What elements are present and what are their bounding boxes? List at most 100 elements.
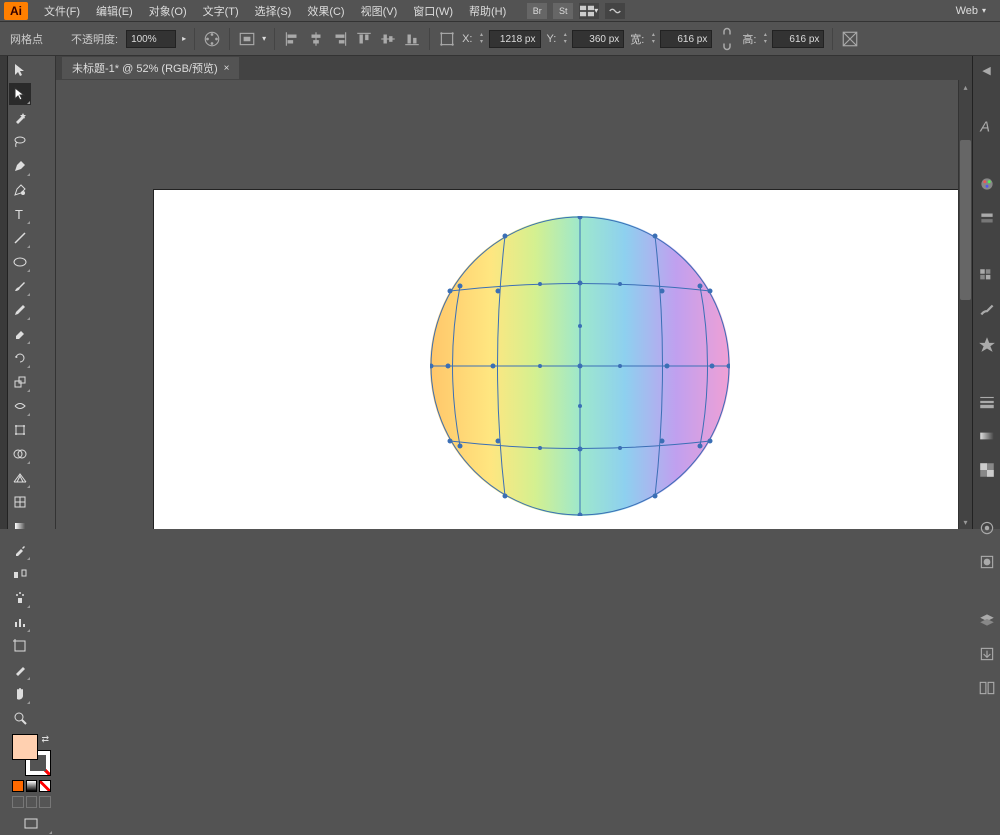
menu-object[interactable]: 对象(O) [141,1,195,21]
scroll-down-icon[interactable]: ▾ [959,515,972,529]
scale-tool[interactable] [9,371,31,393]
transform-icon[interactable] [438,30,456,48]
link-wh-icon[interactable] [718,30,736,48]
mesh-object[interactable] [430,216,730,516]
column-graph-tool[interactable] [9,611,31,633]
x-stepper[interactable]: ▴▾ [477,32,487,46]
width-stepper[interactable]: ▴▾ [648,32,658,46]
rotate-tool[interactable] [9,347,31,369]
draw-inside-button[interactable] [39,796,51,808]
y-stepper[interactable]: ▴▾ [560,32,570,46]
shape-builder-tool[interactable] [9,443,31,465]
selection-tool[interactable] [9,59,31,81]
left-dock-strip[interactable] [0,56,8,529]
pen-tool[interactable] [9,155,31,177]
draw-behind-button[interactable] [26,796,38,808]
screen-mode-button[interactable] [9,813,53,835]
menu-view[interactable]: 视图(V) [353,1,406,21]
color-panel-icon[interactable] [978,175,996,193]
align-hcenter-icon[interactable] [307,30,325,48]
brushes-panel-icon[interactable] [978,301,996,319]
gradient-tool[interactable] [9,515,31,537]
symbol-sprayer-tool[interactable] [9,587,31,609]
mesh-tool[interactable] [9,491,31,513]
transparency-panel-icon[interactable] [978,461,996,479]
x-field[interactable]: 1218 px [489,30,541,48]
height-stepper[interactable]: ▴▾ [760,32,770,46]
menu-edit[interactable]: 编辑(E) [88,1,141,21]
artboards-panel-icon[interactable] [978,679,996,697]
line-tool[interactable] [9,227,31,249]
symbols-panel-icon[interactable] [978,335,996,353]
swatches-panel-icon[interactable] [978,267,996,285]
gradient-panel-icon[interactable] [978,427,996,445]
none-mode-button[interactable] [39,780,51,792]
fill-stroke-swatch[interactable]: ⇄ [12,734,51,776]
eyedropper-tool[interactable] [9,539,31,561]
curvature-tool[interactable] [9,179,31,201]
lasso-tool[interactable] [9,131,31,153]
opacity-field[interactable]: 100% [126,30,176,48]
eraser-tool[interactable] [9,323,31,345]
document-tab[interactable]: 未标题-1* @ 52% (RGB/预览) × [62,57,239,79]
libraries-panel-icon[interactable]: A [978,117,996,135]
type-tool[interactable]: T [9,203,31,225]
stock-button[interactable]: St [553,3,573,19]
align-vcenter-icon[interactable] [379,30,397,48]
scroll-thumb[interactable] [960,140,971,300]
pencil-tool[interactable] [9,299,31,321]
expand-panels-icon[interactable]: ◀ [978,64,996,77]
asset-export-panel-icon[interactable] [978,645,996,663]
menu-type[interactable]: 文字(T) [195,1,247,21]
bridge-button[interactable]: Br [527,3,547,19]
color-guide-panel-icon[interactable] [978,209,996,227]
align-dropdown-icon[interactable]: ▾ [262,34,266,43]
recolor-art-icon[interactable] [203,30,221,48]
artboard[interactable] [154,190,972,529]
menu-effect[interactable]: 效果(C) [299,1,352,21]
align-left-icon[interactable] [283,30,301,48]
align-top-icon[interactable] [355,30,373,48]
gradient-mode-button[interactable] [26,780,38,792]
hand-tool[interactable] [9,683,31,705]
isolate-mode-icon[interactable] [841,30,859,48]
menu-select[interactable]: 选择(S) [247,1,300,21]
width-tool[interactable] [9,395,31,417]
slice-tool[interactable] [9,659,31,681]
align-artboard-icon[interactable] [238,30,256,48]
blend-tool[interactable] [9,563,31,585]
fill-swatch[interactable] [12,734,38,760]
zoom-tool[interactable] [9,707,31,729]
stroke-panel-icon[interactable] [978,393,996,411]
free-transform-tool[interactable] [9,419,31,441]
direct-selection-tool[interactable] [9,83,31,105]
menu-help[interactable]: 帮助(H) [461,1,514,21]
artboard-tool[interactable] [9,635,31,657]
rectangle-tool[interactable] [9,251,31,273]
width-field[interactable]: 616 px [660,30,712,48]
swap-fill-stroke-icon[interactable]: ⇄ [41,734,49,745]
perspective-grid-tool[interactable] [9,467,31,489]
color-mode-button[interactable] [12,780,24,792]
canvas[interactable]: ▴ ▾ [56,80,972,529]
align-right-icon[interactable] [331,30,349,48]
vertical-scrollbar[interactable]: ▴ ▾ [958,80,972,529]
paintbrush-tool[interactable] [9,275,31,297]
scroll-up-icon[interactable]: ▴ [959,80,972,94]
height-field[interactable]: 616 px [772,30,824,48]
gpu-preview-button[interactable] [605,3,625,19]
graphic-styles-panel-icon[interactable] [978,553,996,571]
magic-wand-tool[interactable] [9,107,31,129]
appearance-panel-icon[interactable] [978,519,996,537]
align-bottom-icon[interactable] [403,30,421,48]
y-field[interactable]: 360 px [572,30,624,48]
menu-window[interactable]: 窗口(W) [405,1,461,21]
opacity-dropdown-icon[interactable]: ▸ [182,34,186,43]
menu-file[interactable]: 文件(F) [36,1,88,21]
arrange-docs-button[interactable]: ▾ [579,3,599,19]
chevron-down-icon: ▾ [594,6,598,15]
draw-normal-button[interactable] [12,796,24,808]
tab-close-icon[interactable]: × [224,63,230,74]
workspace-switcher[interactable]: Web ▾ [946,3,996,19]
layers-panel-icon[interactable] [978,611,996,629]
